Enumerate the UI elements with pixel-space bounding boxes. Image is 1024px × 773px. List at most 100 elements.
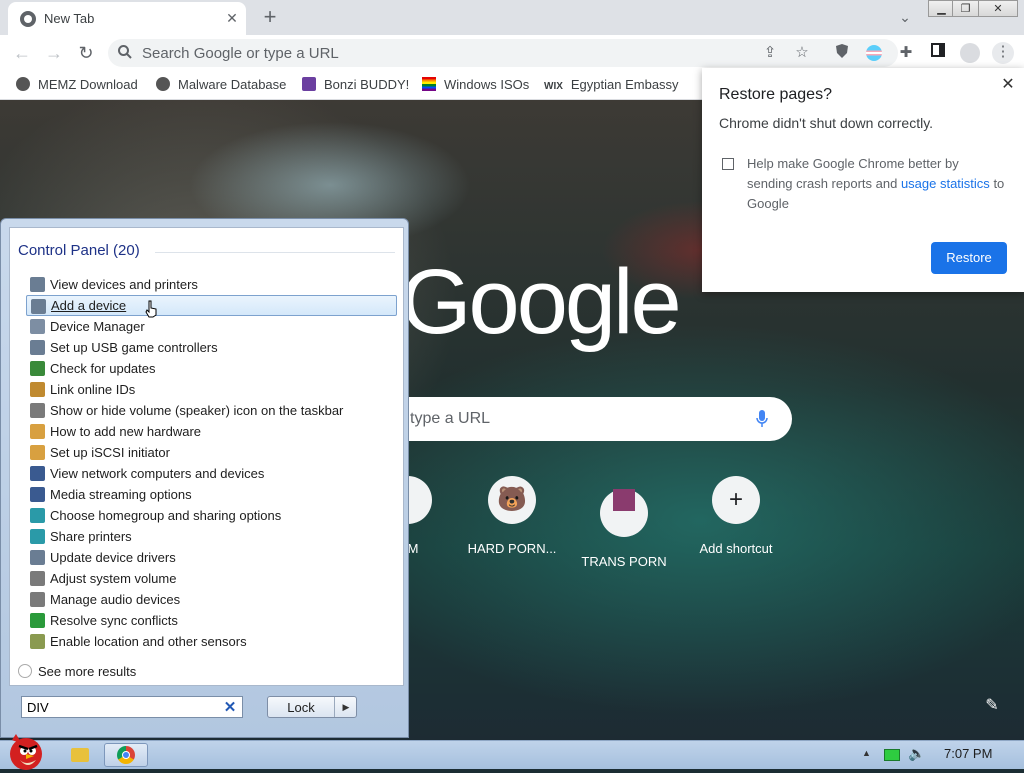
restore-window-button[interactable]: ❐ <box>952 0 979 17</box>
globe-icon <box>156 77 170 91</box>
shortcut-tile[interactable]: 🐻 HARD PORN... <box>456 476 568 556</box>
shortcut-label: Add shortcut <box>699 541 773 556</box>
power-options-arrow-icon[interactable]: ▶ <box>334 697 357 717</box>
speaker-volume-icon[interactable]: 🔈 <box>908 745 925 762</box>
iscsi-icon <box>30 445 45 460</box>
tab-search-chevron-icon[interactable]: ⌄ <box>895 7 915 27</box>
lock-label: Lock <box>287 700 315 715</box>
rainbow-flag-icon <box>422 77 436 91</box>
address-bar[interactable]: Search Google or type a URL ⇪ ☆ <box>108 39 898 67</box>
restore-pages-dialog: Restore pages? Chrome didn't shut down c… <box>702 68 1024 292</box>
new-tab-button[interactable]: + <box>258 5 282 29</box>
network-icon <box>30 466 45 481</box>
bookmark-memz[interactable]: MEMZ Download <box>16 76 138 94</box>
search-result-item[interactable]: Resolve sync conflicts <box>26 610 397 631</box>
start-search-input[interactable]: DIV ✕ <box>21 696 243 718</box>
reload-icon[interactable]: ↻ <box>74 41 98 65</box>
microphone-icon[interactable] <box>756 409 768 429</box>
search-result-item[interactable]: View devices and printers <box>26 274 397 295</box>
search-result-item[interactable]: Media streaming options <box>26 484 397 505</box>
search-result-item[interactable]: Choose homegroup and sharing options <box>26 505 397 526</box>
start-menu: Control Panel (20) View devices and prin… <box>0 218 409 738</box>
dialog-title: Restore pages? <box>719 86 832 103</box>
close-icon[interactable]: ✕ <box>998 74 1018 94</box>
clear-search-icon[interactable]: ✕ <box>222 698 238 716</box>
ublock-shield-icon[interactable] <box>832 43 852 63</box>
search-result-item[interactable]: View network computers and devices <box>26 463 397 484</box>
ntp-search-placeholder: type a URL <box>410 410 491 427</box>
printer-icon <box>31 299 46 314</box>
taskbar-clock[interactable]: 7:07 PM <box>944 746 992 761</box>
share-icon[interactable]: ⇪ <box>760 43 780 63</box>
start-button-angry-bird-icon[interactable] <box>2 730 46 770</box>
search-icon <box>18 664 32 678</box>
search-value: DIV <box>27 700 49 715</box>
usage-statistics-link[interactable]: usage statistics <box>901 176 990 191</box>
close-tab-icon[interactable]: ✕ <box>222 8 242 28</box>
shortcut-label: HARD PORN... <box>467 541 557 556</box>
bookmark-windows-isos[interactable]: Windows ISOs <box>422 76 529 94</box>
shortcut-tile[interactable]: TRANS PORN <box>568 476 680 569</box>
crash-report-checkbox[interactable] <box>722 158 734 170</box>
wix-icon: WIX <box>544 81 563 92</box>
bookmark-malware-database[interactable]: Malware Database <box>156 76 286 94</box>
close-window-button[interactable]: ✕ <box>978 0 1018 17</box>
search-result-item[interactable]: Share printers <box>26 526 397 547</box>
tab-new-tab[interactable]: New Tab ✕ <box>8 2 246 35</box>
google-logo: Google <box>400 251 682 353</box>
results-group-header[interactable]: Control Panel (20) <box>18 242 140 259</box>
side-panel-icon[interactable] <box>928 43 948 63</box>
minimize-button[interactable]: ▁ <box>928 0 955 17</box>
show-hidden-icons-arrow-icon[interactable]: ▲ <box>862 748 871 758</box>
taskbar-chrome-button[interactable] <box>104 743 148 767</box>
bookmark-bonzi-buddy[interactable]: Bonzi BUDDY! <box>302 76 409 94</box>
search-result-item[interactable]: Set up iSCSI initiator <box>26 442 397 463</box>
tab-strip: New Tab ✕ + ⌄ ▁ ❐ ✕ <box>0 0 1024 35</box>
homegroup-icon <box>30 529 45 544</box>
dialog-message: Chrome didn't shut down correctly. <box>719 115 934 131</box>
checkbox-label: Help make Google Chrome better by sendin… <box>747 156 1005 211</box>
extensions-puzzle-icon[interactable]: ✚ <box>896 43 916 63</box>
lock-button[interactable]: Lock ▶ <box>267 696 357 718</box>
bookmark-egyptian-embassy[interactable]: WIX Egyptian Embassy <box>544 76 679 94</box>
ntp-search-box[interactable]: type a URL <box>380 397 792 441</box>
search-result-item[interactable]: Add a device <box>26 295 397 316</box>
customize-pencil-icon[interactable]: ✎ <box>980 695 1004 719</box>
search-result-item[interactable]: Enable location and other sensors <box>26 631 397 652</box>
search-result-item[interactable]: Device Manager <box>26 316 397 337</box>
printer-icon <box>30 277 45 292</box>
chrome-tab-icon <box>20 11 36 27</box>
sync-center-icon <box>30 613 45 628</box>
network-icon <box>30 487 45 502</box>
header-divider <box>155 252 395 253</box>
battery-icon[interactable] <box>884 749 900 761</box>
search-icon <box>117 44 135 62</box>
shortcut-label: TRANS PORN <box>581 554 667 569</box>
search-result-item[interactable]: How to add new hardware <box>26 421 397 442</box>
homegroup-icon <box>30 508 45 523</box>
extension-flag-icon[interactable] <box>864 43 884 63</box>
taskbar: ▲ 🔈 7:07 PM <box>0 740 1024 769</box>
forward-arrow-icon[interactable]: → <box>42 41 66 65</box>
hand-cursor-icon <box>144 300 158 318</box>
restore-button[interactable]: Restore <box>931 242 1007 274</box>
taskbar-explorer-button[interactable] <box>58 743 102 767</box>
search-result-item[interactable]: Update device drivers <box>26 547 397 568</box>
bookmark-star-icon[interactable]: ☆ <box>792 43 812 63</box>
profile-avatar-icon[interactable] <box>960 43 980 63</box>
search-result-item[interactable]: Manage audio devices <box>26 589 397 610</box>
device-manager-icon <box>30 319 45 334</box>
folder-icon <box>71 748 89 762</box>
add-shortcut-tile[interactable]: + Add shortcut <box>680 476 792 556</box>
windows-update-icon <box>30 361 45 376</box>
see-more-results-link[interactable]: See more results <box>18 664 136 679</box>
search-result-item[interactable]: Link online IDs <box>26 379 397 400</box>
chrome-menu-icon[interactable]: ⋮ <box>992 42 1014 64</box>
plus-icon: + <box>712 476 760 524</box>
search-result-item[interactable]: Check for updates <box>26 358 397 379</box>
search-result-item[interactable]: Set up USB game controllers <box>26 337 397 358</box>
search-result-item[interactable]: Show or hide volume (speaker) icon on th… <box>26 400 397 421</box>
bonzi-icon <box>302 77 316 91</box>
search-result-item[interactable]: Adjust system volume <box>26 568 397 589</box>
back-arrow-icon[interactable]: ← <box>10 41 34 65</box>
